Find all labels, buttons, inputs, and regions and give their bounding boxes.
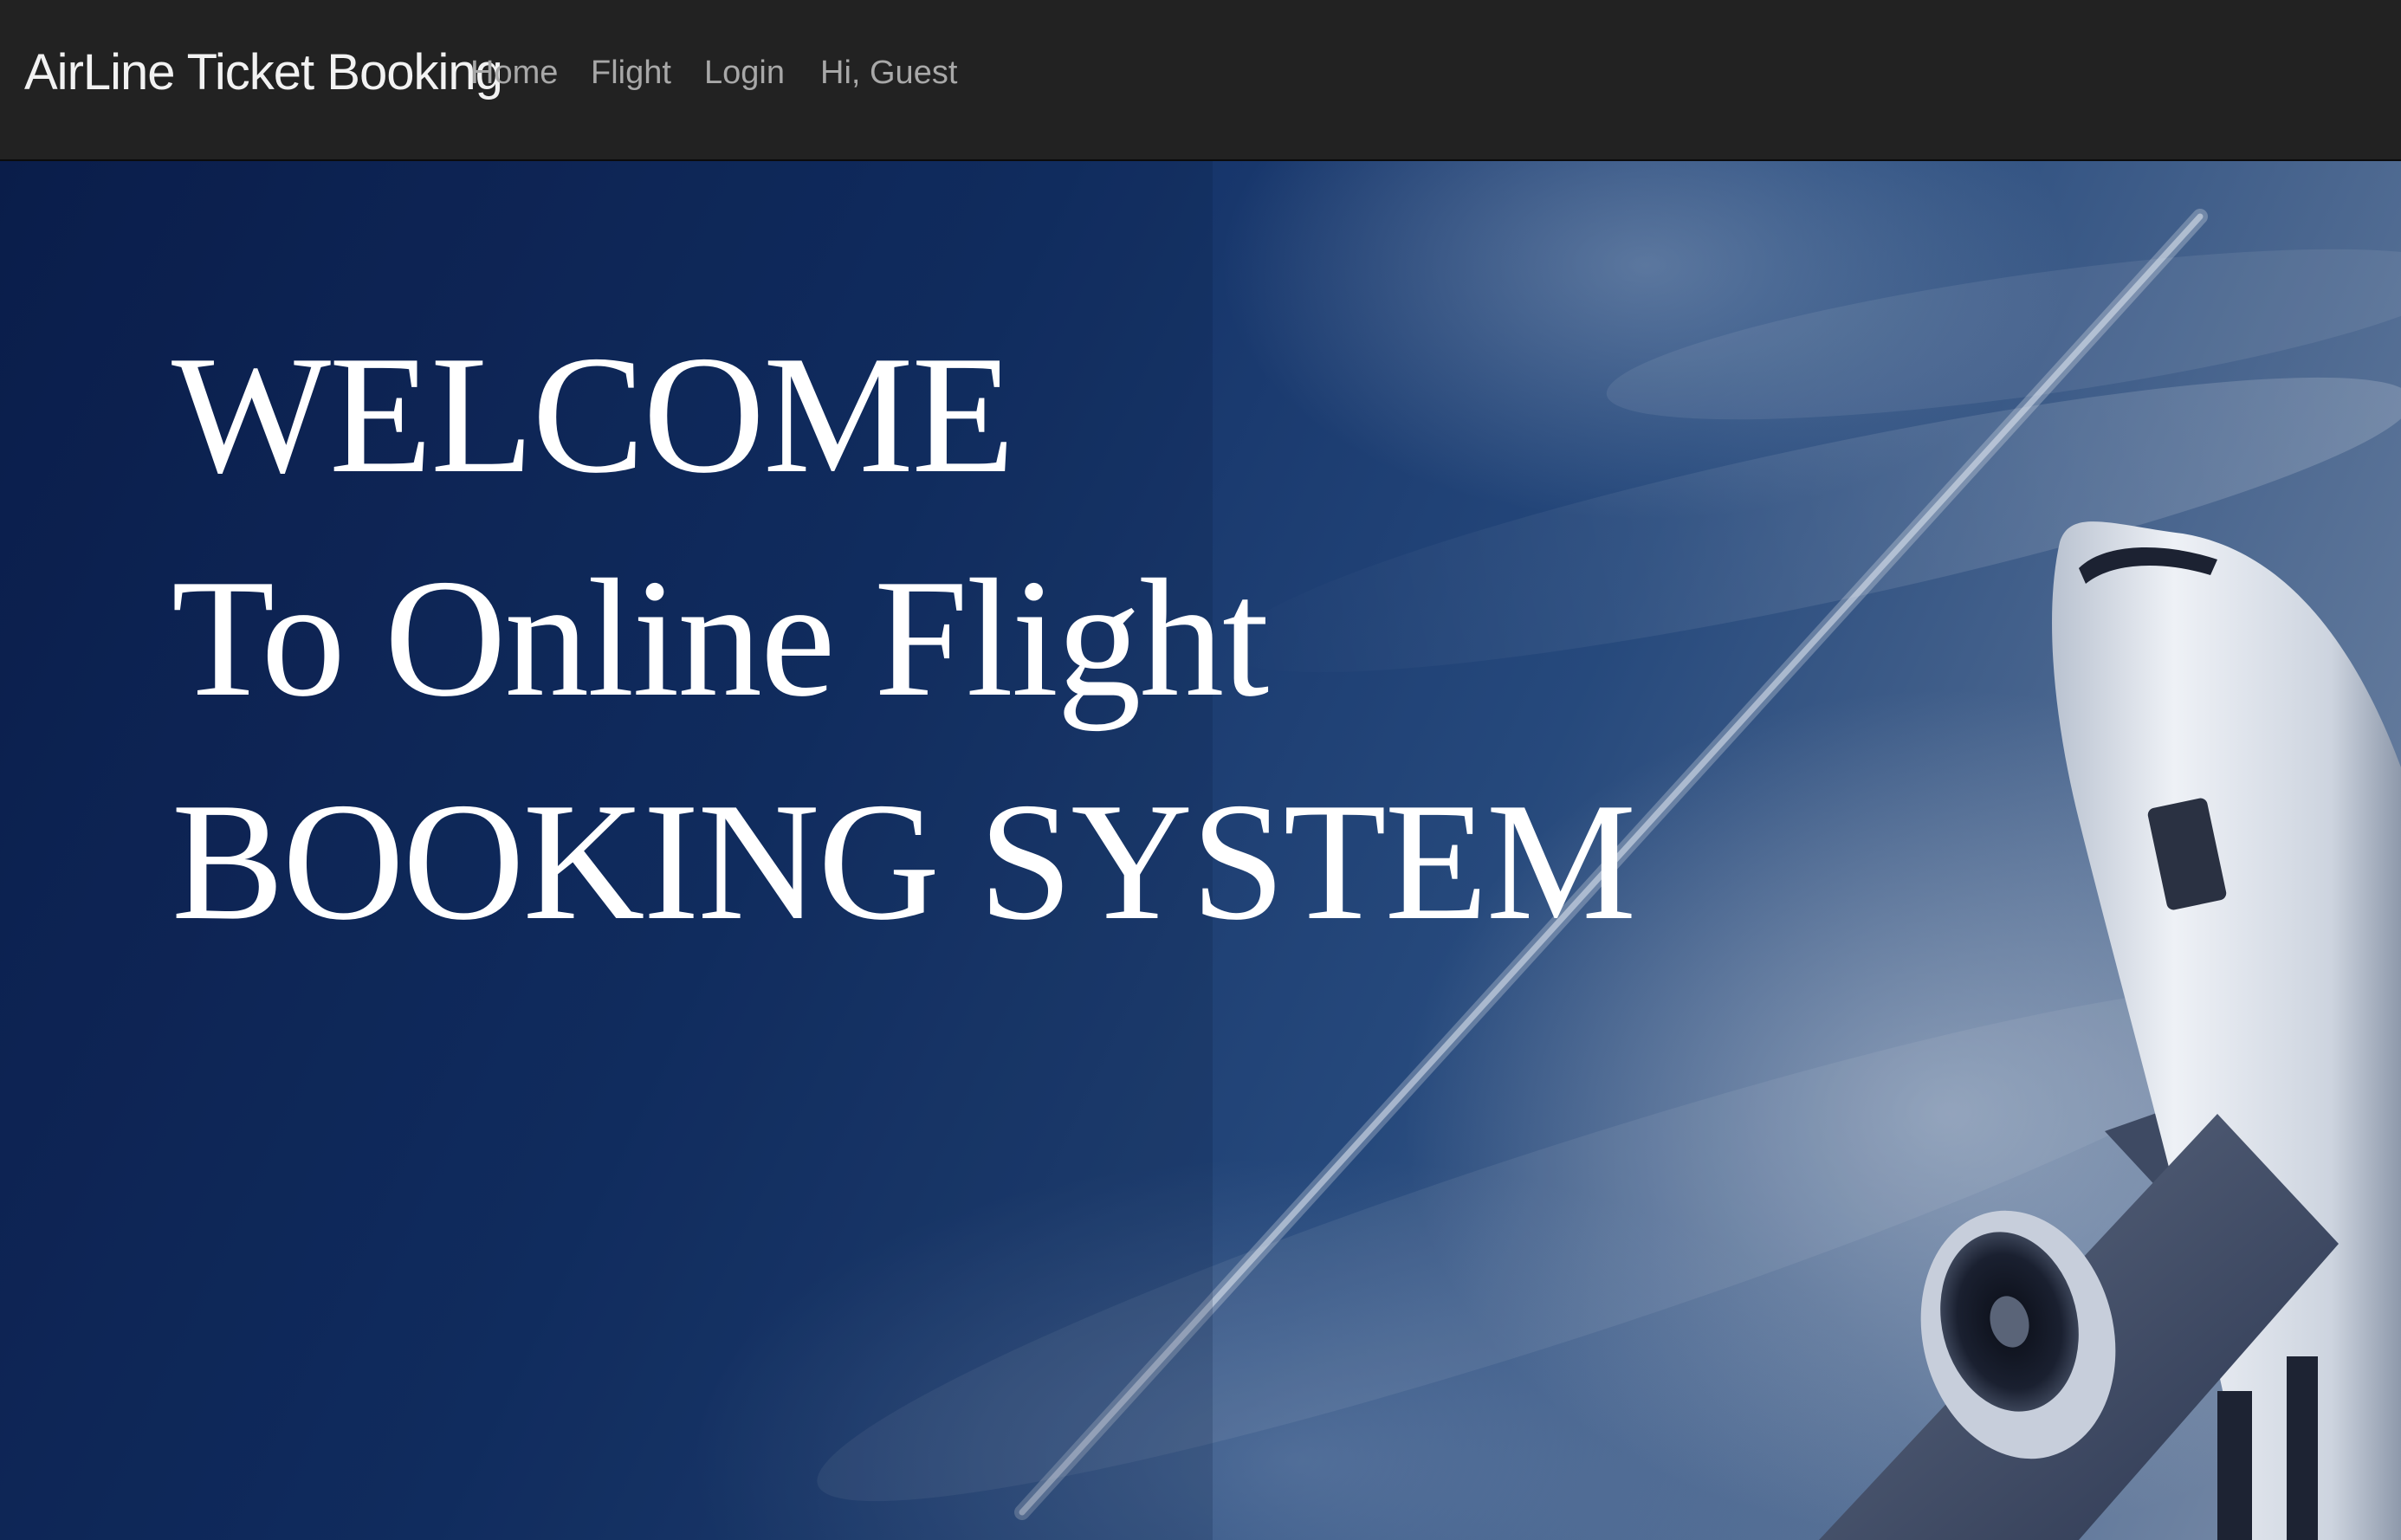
hero-heading: WELCOME To Online Flight BOOKING SYSTEM (172, 303, 1636, 974)
hero-line-welcome: WELCOME (172, 321, 1015, 508)
user-greeting: Hi, Guest (820, 55, 958, 91)
nav-home-link[interactable]: Home (470, 49, 558, 97)
navbar: AirLine Ticket Booking Home Flight Login… (0, 0, 2401, 161)
hero-banner: WELCOME To Online Flight BOOKING SYSTEM (0, 161, 2401, 1540)
hero-line-booking-system: BOOKING SYSTEM (172, 768, 1636, 955)
brand-link[interactable]: AirLine Ticket Booking (24, 38, 503, 107)
nav-flight-link[interactable]: Flight (591, 49, 671, 97)
hero-line-online-flight: To Online Flight (172, 545, 1269, 732)
nav-login-link[interactable]: Login (704, 49, 785, 97)
